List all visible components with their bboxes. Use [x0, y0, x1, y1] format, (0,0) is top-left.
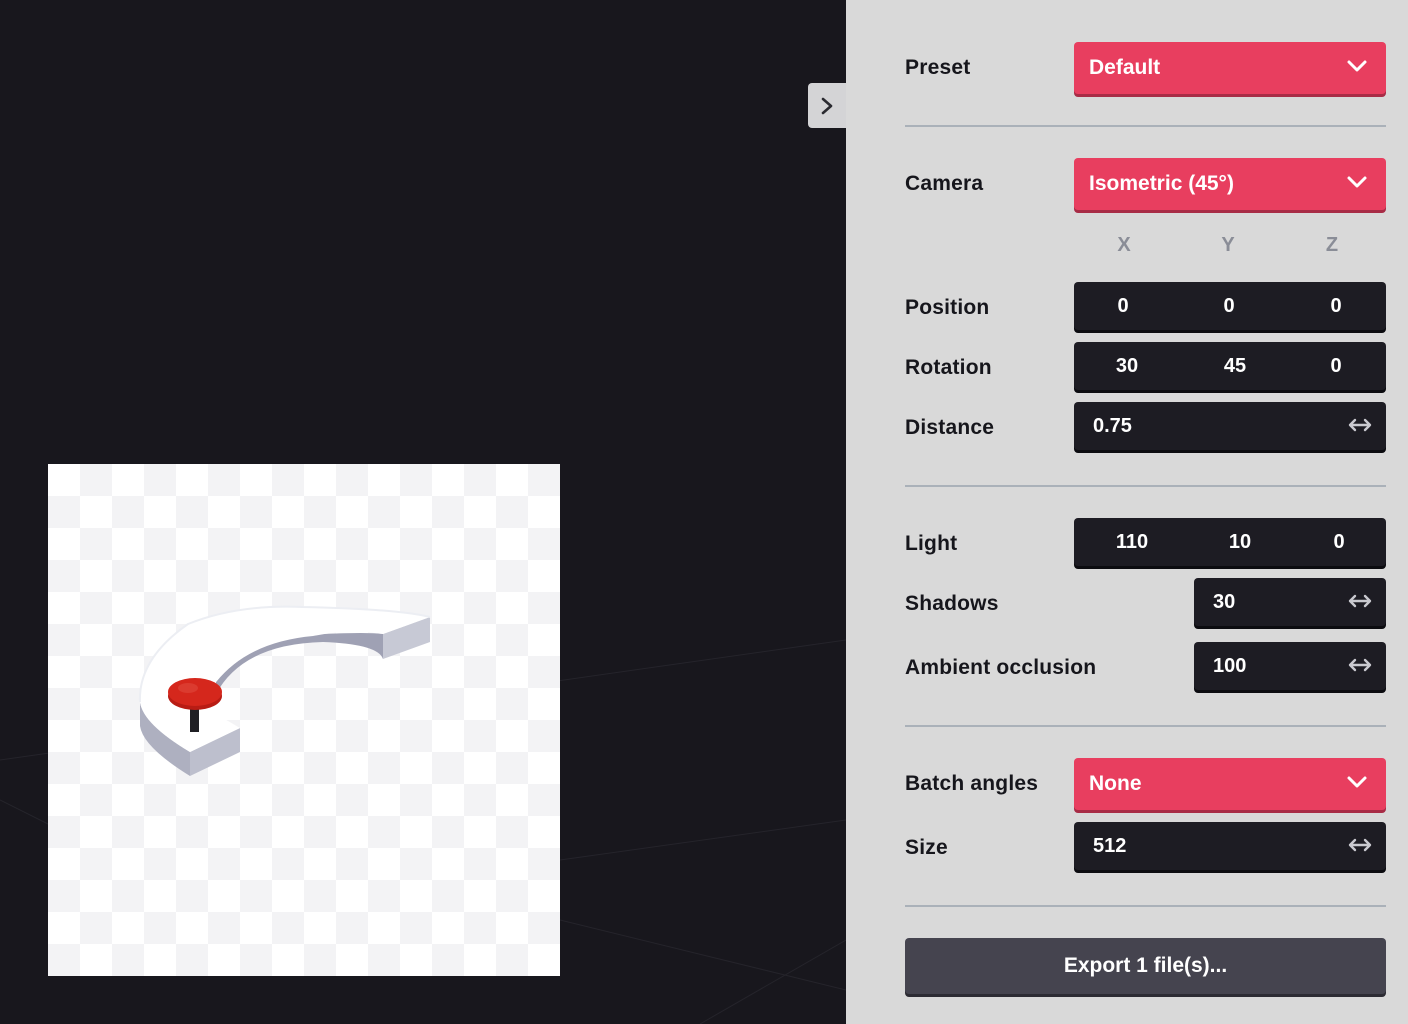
shadows-input[interactable]: 30: [1194, 578, 1386, 626]
rotation-label: Rotation: [905, 356, 992, 379]
position-x-input[interactable]: 0: [1074, 282, 1172, 330]
size-label: Size: [905, 836, 948, 859]
light-field: 110 10 0: [1074, 518, 1386, 566]
preset-select[interactable]: Default: [1074, 42, 1386, 94]
preset-value: Default: [1089, 56, 1161, 79]
export-button[interactable]: Export 1 file(s)...: [905, 938, 1386, 994]
light-label: Light: [905, 532, 958, 555]
position-field: 0 0 0: [1074, 282, 1386, 330]
ambient-occlusion-label: Ambient occlusion: [905, 656, 1097, 679]
distance-label: Distance: [905, 416, 995, 439]
divider: [905, 485, 1386, 487]
chevron-right-icon: [821, 97, 833, 114]
position-y-input[interactable]: 0: [1180, 282, 1278, 330]
size-value: 512: [1093, 834, 1127, 857]
export-button-label: Export 1 file(s)...: [1063, 954, 1228, 977]
ambient-occlusion-value: 100: [1213, 654, 1247, 677]
camera-value: Isometric (45°): [1089, 172, 1234, 195]
drag-arrows-icon: [1348, 594, 1372, 608]
light-z-input[interactable]: 0: [1288, 518, 1390, 566]
axis-x-label: X: [1117, 234, 1131, 256]
rotation-y-input[interactable]: 45: [1184, 342, 1286, 390]
settings-panel: Preset Default Camera Isometric (45°) X …: [846, 0, 1408, 1024]
chevron-down-icon: [1347, 176, 1367, 188]
divider: [905, 125, 1386, 127]
divider: [905, 905, 1386, 907]
shadows-value: 30: [1213, 590, 1236, 613]
axis-z-label: Z: [1325, 234, 1339, 256]
render-preview: [48, 464, 560, 976]
chevron-down-icon: [1347, 60, 1367, 72]
model-render: [138, 605, 431, 776]
divider: [905, 725, 1386, 727]
drag-arrows-icon: [1348, 418, 1372, 432]
distance-value: 0.75: [1093, 414, 1132, 437]
batch-angles-label: Batch angles: [905, 772, 1039, 795]
shadows-label: Shadows: [905, 592, 999, 615]
light-x-input[interactable]: 110: [1074, 518, 1190, 566]
rotation-field: 30 45 0: [1074, 342, 1386, 390]
rotation-z-input[interactable]: 0: [1286, 342, 1386, 390]
batch-angles-select[interactable]: None: [1074, 758, 1386, 810]
position-label: Position: [905, 296, 990, 319]
size-input[interactable]: 512: [1074, 822, 1386, 870]
chevron-down-icon: [1347, 776, 1367, 788]
viewport[interactable]: [0, 0, 846, 1024]
camera-select[interactable]: Isometric (45°): [1074, 158, 1386, 210]
drag-arrows-icon: [1348, 838, 1372, 852]
collapse-panel-button[interactable]: [808, 83, 846, 128]
batch-angles-value: None: [1089, 772, 1142, 795]
rotation-x-input[interactable]: 30: [1074, 342, 1180, 390]
camera-label: Camera: [905, 172, 984, 195]
distance-input[interactable]: 0.75: [1074, 402, 1386, 450]
axis-y-label: Y: [1221, 234, 1235, 256]
preset-label: Preset: [905, 56, 971, 79]
ambient-occlusion-input[interactable]: 100: [1194, 642, 1386, 690]
light-y-input[interactable]: 10: [1188, 518, 1292, 566]
position-z-input[interactable]: 0: [1286, 282, 1386, 330]
drag-arrows-icon: [1348, 658, 1372, 672]
